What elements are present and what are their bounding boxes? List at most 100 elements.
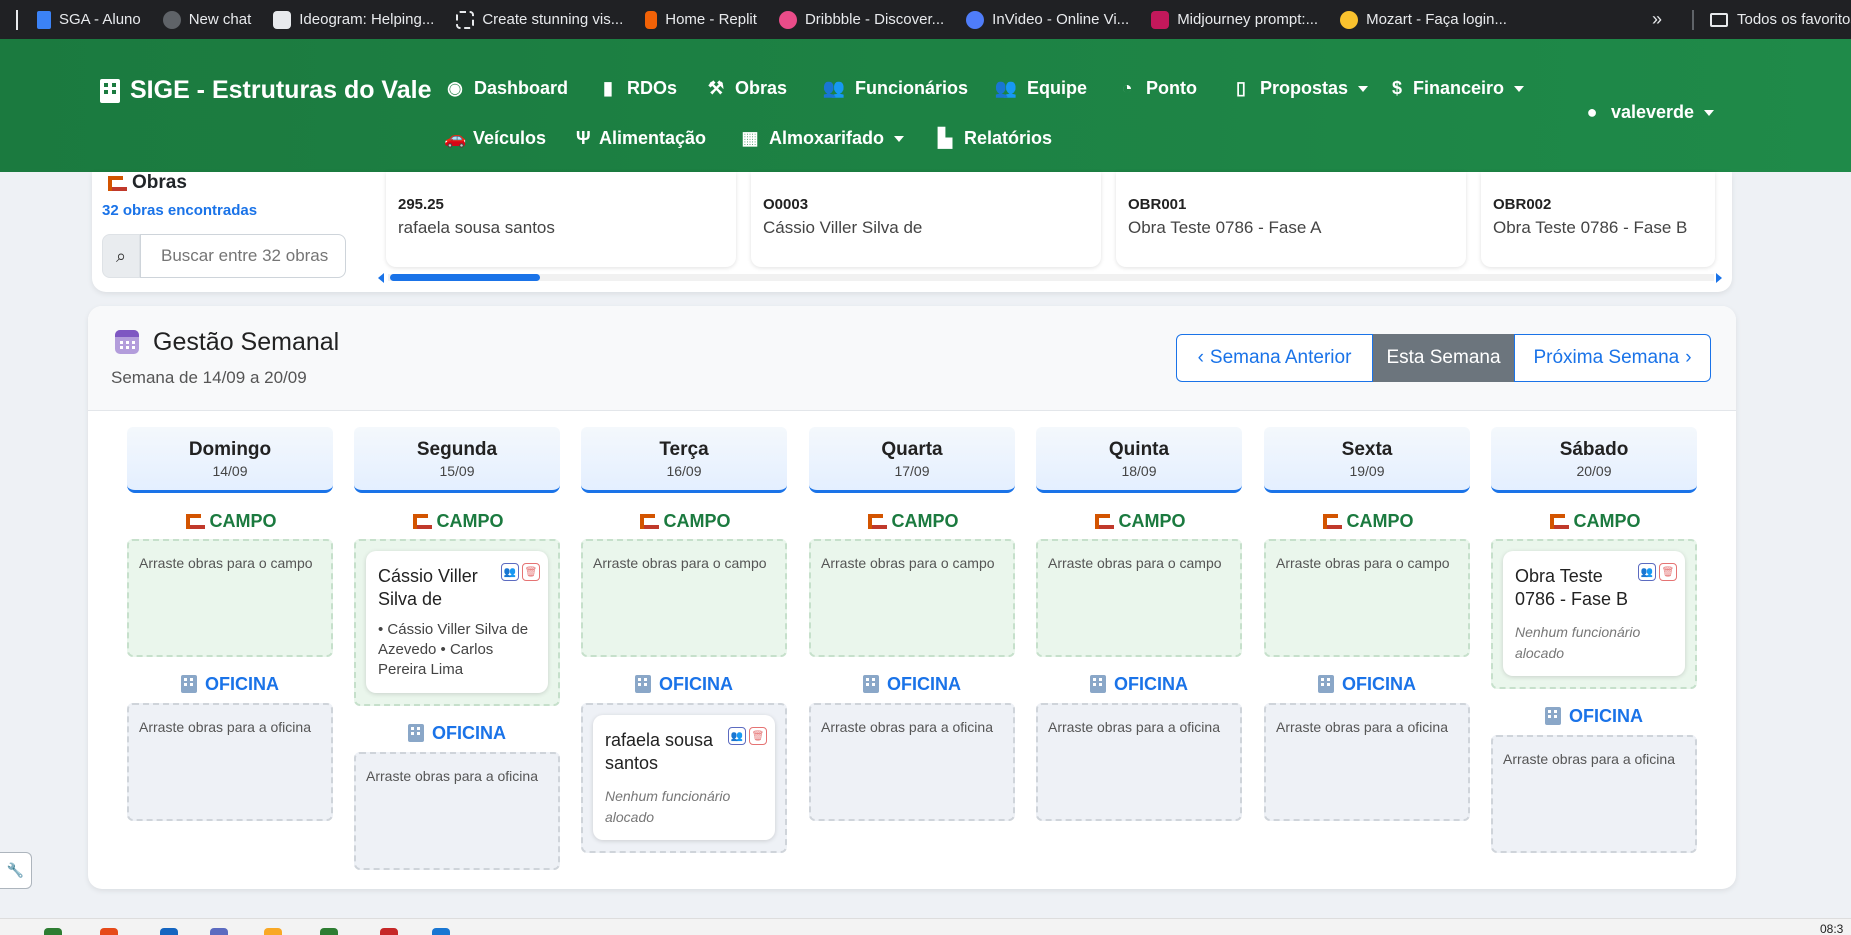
oficina-drop-zone[interactable]: Arraste obras para a oficina — [127, 703, 333, 821]
nav-equipe[interactable]: 👥 Equipe — [994, 78, 1087, 99]
team-icon[interactable]: 👥 — [501, 563, 519, 581]
day-date: 17/09 — [894, 463, 930, 479]
card-actions: 👥 🗑 — [728, 727, 767, 745]
crane-icon — [106, 174, 124, 192]
brand-link[interactable]: SIGE - Estruturas do Vale — [100, 76, 431, 105]
this-week-button[interactable]: Esta Semana — [1373, 334, 1514, 382]
campo-drop-zone[interactable]: 👥 🗑 Obra Teste 0786 - Fase B Nenhum funci… — [1491, 539, 1697, 689]
campo-drop-zone[interactable]: Arraste obras para o campo — [127, 539, 333, 657]
campo-drop-zone[interactable]: Arraste obras para o campo — [809, 539, 1015, 657]
obra-card[interactable]: 👥 🗑 Obra Teste 0786 - Fase B Nenhum funci… — [1503, 551, 1685, 676]
campo-label: CAMPO — [809, 511, 1015, 531]
oficina-label: OFICINA — [581, 674, 787, 694]
bookmark-create-stunning[interactable]: Create stunning vis... — [445, 0, 634, 39]
chart-icon: ▙ — [938, 128, 952, 148]
obra-card[interactable]: 👥 🗑 Cássio Viller Silva de • Cássio Ville… — [366, 551, 548, 693]
campo-drop-zone[interactable]: 👥 🗑 Cássio Viller Silva de • Cássio Ville… — [354, 539, 560, 706]
obra-tile[interactable]: OBR002 Obra Teste 0786 - Fase B — [1481, 172, 1715, 267]
taskbar-app-icon[interactable] — [44, 928, 62, 935]
oficina-drop-zone[interactable]: Arraste obras para a oficina — [1036, 703, 1242, 821]
obra-code: 295.25 — [398, 196, 444, 213]
nav-ponto[interactable]: ◔ Ponto — [1117, 78, 1197, 99]
bookmark-midjourney[interactable]: Midjourney prompt:... — [1140, 0, 1329, 39]
bookmarks-all-separator — [1692, 10, 1694, 30]
chevron-down-icon — [1358, 85, 1369, 92]
dashed-favicon-icon — [456, 10, 475, 29]
nav-rdos[interactable]: ▮ RDOs — [598, 78, 677, 99]
campo-label: CAMPO — [1264, 511, 1470, 531]
taskbar-app-icon[interactable] — [210, 928, 228, 935]
nav-dashboard[interactable]: ◉ Dashboard — [445, 78, 568, 99]
bookmark-invideo[interactable]: InVideo - Online Vi... — [955, 0, 1140, 39]
oficina-label: OFICINA — [809, 674, 1015, 694]
taskbar-app-icon[interactable] — [432, 928, 450, 935]
user-menu-dropdown[interactable]: ● valeverde — [1582, 102, 1715, 123]
day-name: Domingo — [188, 439, 272, 460]
oficina-label: OFICINA — [1264, 674, 1470, 694]
building-icon — [635, 675, 651, 693]
building-icon — [408, 724, 424, 742]
bookmark-new-chat[interactable]: New chat — [152, 0, 263, 39]
zone-label-text: CAMPO — [1573, 510, 1641, 531]
bookmark-dribbble[interactable]: Dribbble - Discover... — [768, 0, 955, 39]
trash-icon[interactable]: 🗑 — [749, 727, 767, 745]
search-input[interactable] — [140, 234, 346, 278]
zone-label-text: CAMPO — [436, 510, 504, 531]
clipboard-icon: ▮ — [603, 78, 613, 98]
obras-horizontal-scrollbar[interactable] — [378, 272, 1722, 283]
taskbar-app-icon[interactable] — [380, 928, 398, 935]
drop-hint: Arraste obras para a oficina — [139, 719, 311, 735]
nav-financeiro-dropdown[interactable]: $ Financeiro — [1390, 78, 1525, 99]
user-name: valeverde — [1611, 102, 1695, 122]
nav-propostas-dropdown[interactable]: ▯ Propostas — [1231, 78, 1369, 99]
day-name: Segunda — [416, 439, 498, 460]
nav-funcionarios[interactable]: 👥 Funcionários — [822, 78, 968, 99]
bookmark-mozart[interactable]: Mozart - Faça login... — [1329, 0, 1518, 39]
wrench-icon[interactable]: 🔧 — [0, 852, 32, 889]
file-icon: ▯ — [1236, 78, 1246, 98]
taskbar-app-icon[interactable] — [264, 928, 282, 935]
next-week-button[interactable]: Próxima Semana › — [1514, 334, 1711, 382]
scroll-thumb[interactable] — [390, 274, 540, 281]
obra-tile[interactable]: OBR001 Obra Teste 0786 - Fase A — [1116, 172, 1466, 267]
app-navbar: SIGE - Estruturas do Vale ◉ Dashboard ▮ RD… — [0, 39, 1851, 172]
taskbar-app-icon[interactable] — [320, 928, 338, 935]
obra-card[interactable]: 👥 🗑 rafaela sousa santos Nenhum funcionár… — [593, 715, 775, 840]
bookmark-label: New chat — [188, 11, 252, 28]
oficina-drop-zone[interactable]: Arraste obras para a oficina — [1491, 735, 1697, 853]
zone-label-text: CAMPO — [663, 510, 731, 531]
nav-almoxarifado-dropdown[interactable]: ▦ Almoxarifado — [740, 128, 905, 149]
previous-week-button[interactable]: ‹ Semana Anterior — [1176, 334, 1373, 382]
bookmark-sga[interactable]: SGA - Aluno — [26, 0, 152, 39]
taskbar-app-icon[interactable] — [100, 928, 118, 935]
nav-alimentacao[interactable]: Ψ Alimentação — [576, 128, 706, 149]
trash-icon[interactable]: 🗑 — [1659, 563, 1677, 581]
oficina-drop-zone[interactable]: Arraste obras para a oficina — [1264, 703, 1470, 821]
team-icon[interactable]: 👥 — [1638, 563, 1656, 581]
nav-veiculos[interactable]: 🚗 Veículos — [444, 128, 546, 149]
nav-relatorios[interactable]: ▙ Relatórios — [935, 128, 1052, 149]
obras-heading: Obras — [106, 172, 187, 194]
bookmark-replit[interactable]: Home - Replit — [634, 0, 768, 39]
scroll-left-icon[interactable] — [378, 273, 384, 283]
team-icon[interactable]: 👥 — [728, 727, 746, 745]
trash-icon[interactable]: 🗑 — [522, 563, 540, 581]
oficina-drop-zone[interactable]: Arraste obras para a oficina — [809, 703, 1015, 821]
bookmark-ideogram[interactable]: Ideogram: Helping... — [262, 0, 445, 39]
bookmarks-overflow-button[interactable]: » — [1652, 0, 1662, 39]
all-bookmarks-folder[interactable]: Todos os favoritos — [1710, 0, 1851, 39]
obra-tile[interactable]: O0003 Cássio Viller Silva de — [751, 172, 1101, 267]
nav-obras[interactable]: ⚒ Obras — [706, 78, 787, 99]
taskbar-clock: 08:3 — [1820, 922, 1844, 935]
obra-card-title: Obra Teste 0786 - Fase B — [1515, 566, 1629, 610]
taskbar-app-icon[interactable] — [160, 928, 178, 935]
scroll-right-icon[interactable] — [1716, 273, 1722, 283]
obra-tile[interactable]: 295.25 rafaela sousa santos — [386, 172, 736, 267]
oficina-drop-zone[interactable]: 👥 🗑 rafaela sousa santos Nenhum funcionár… — [581, 703, 787, 853]
oficina-drop-zone[interactable]: Arraste obras para a oficina — [354, 752, 560, 870]
day-date: 15/09 — [439, 463, 475, 479]
campo-drop-zone[interactable]: Arraste obras para o campo — [1036, 539, 1242, 657]
obra-name: Obra Teste 0786 - Fase A — [1128, 218, 1322, 237]
campo-drop-zone[interactable]: Arraste obras para o campo — [1264, 539, 1470, 657]
campo-drop-zone[interactable]: Arraste obras para o campo — [581, 539, 787, 657]
